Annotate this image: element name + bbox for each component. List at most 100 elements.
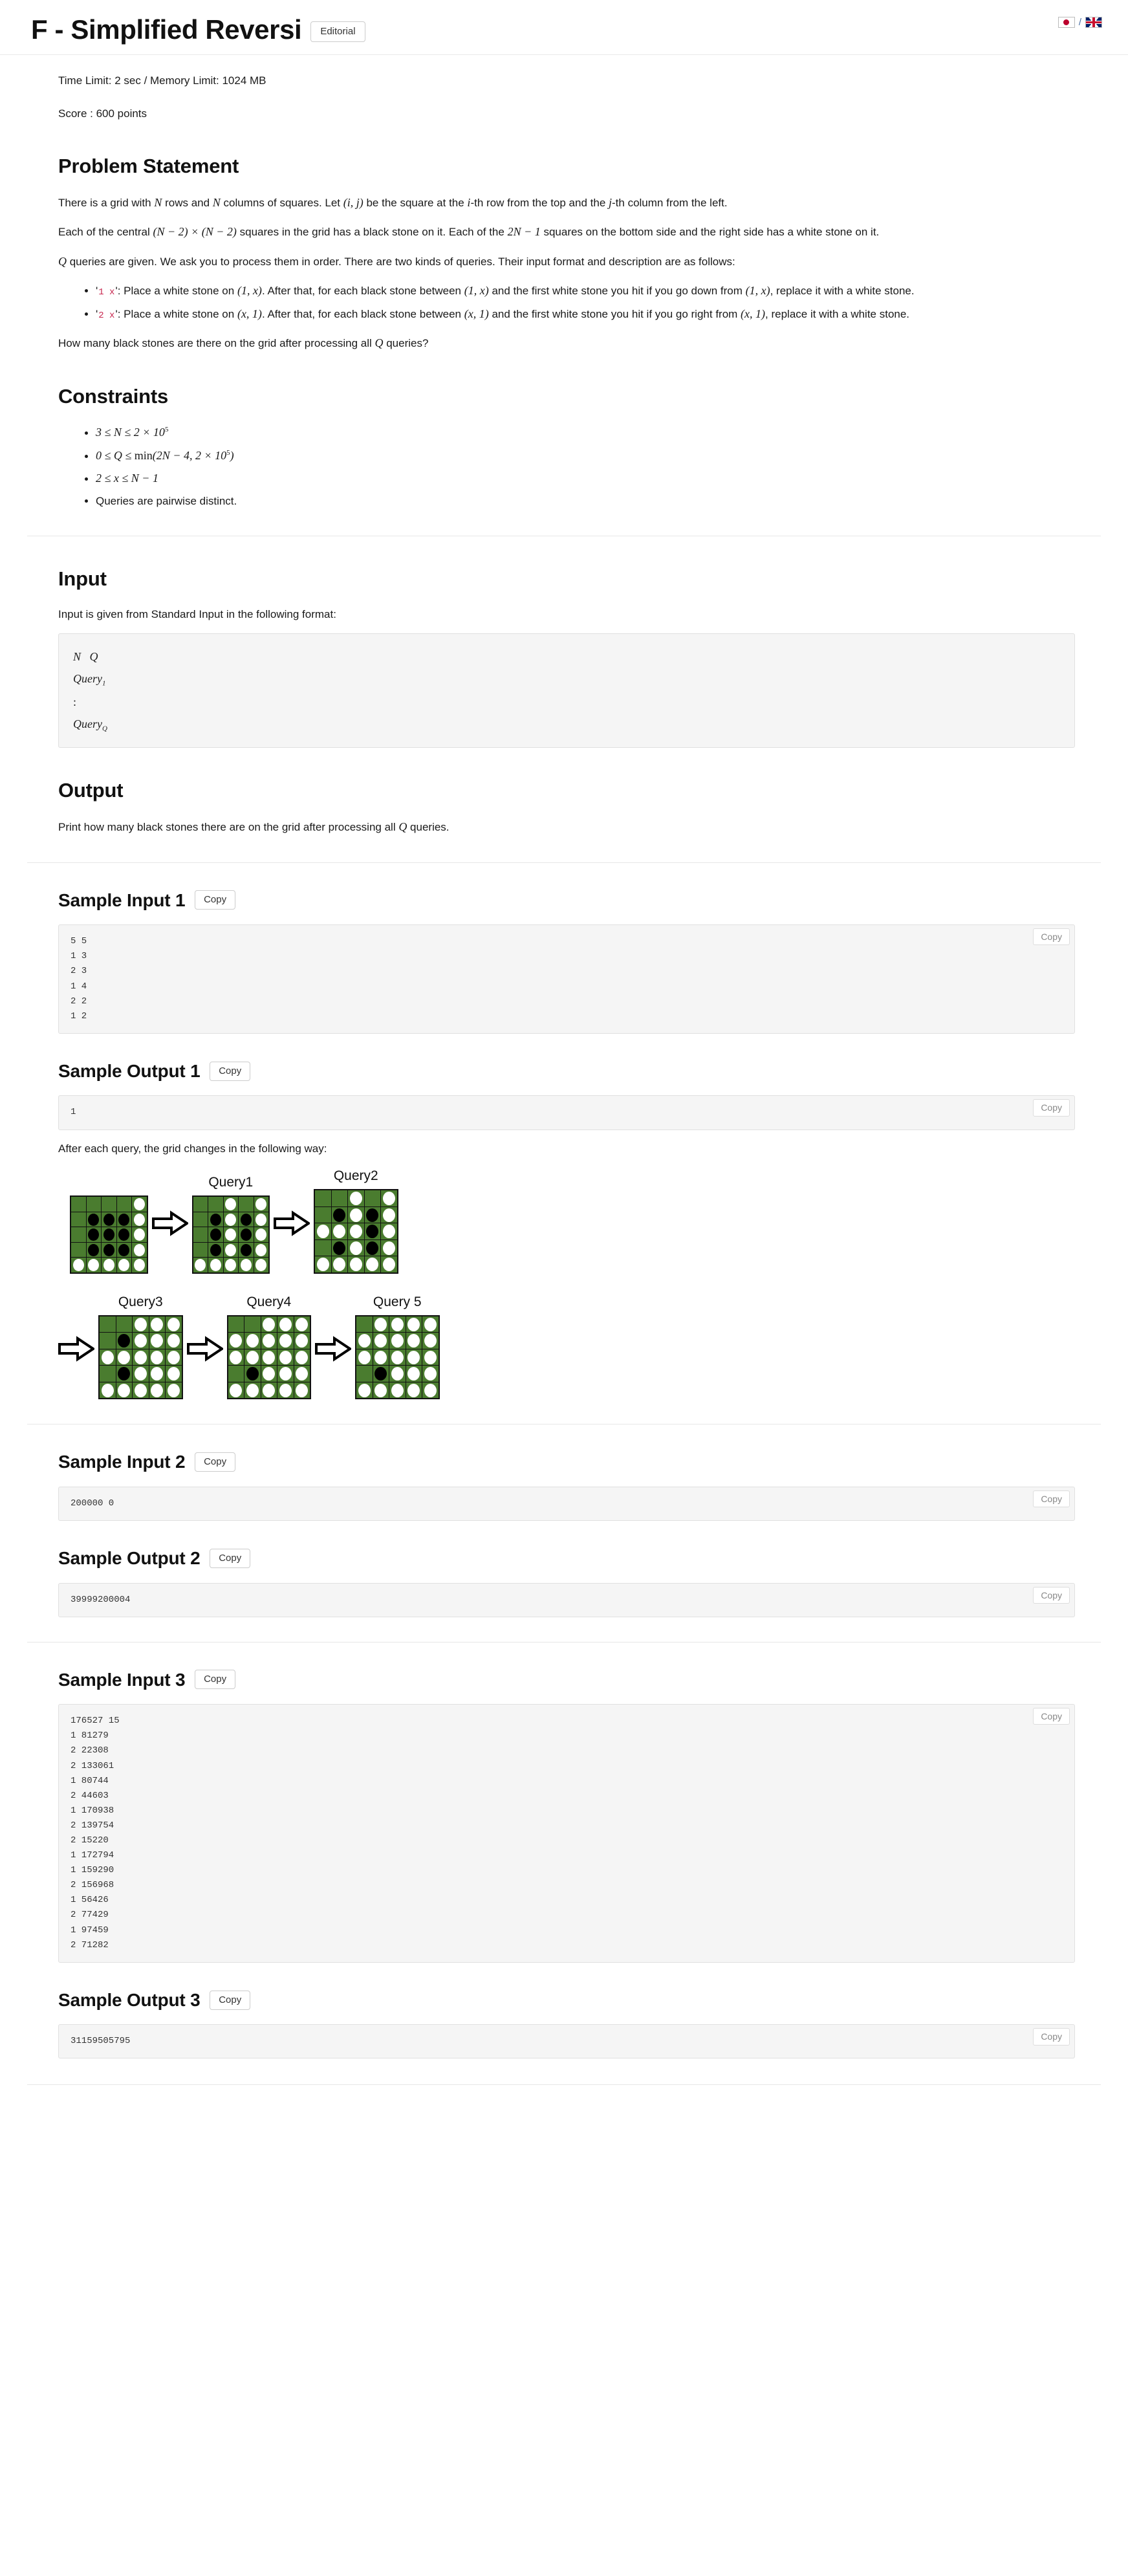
text: columns of squares. Let [220, 196, 343, 209]
math-n: N [212, 195, 221, 209]
white-stone [195, 1259, 206, 1272]
copy-button-title[interactable]: Copy [195, 1452, 236, 1472]
japan-flag-icon[interactable] [1058, 17, 1075, 28]
board-cell [71, 1242, 86, 1258]
board-cell [71, 1227, 86, 1242]
white-stone [151, 1350, 164, 1364]
copy-button-inner[interactable]: Copy [1033, 2028, 1070, 2046]
board-cell [239, 1212, 254, 1227]
output-heading: Output [58, 779, 124, 802]
sample-output-3-box: 31159505795 Copy [58, 2024, 1075, 2059]
text: be the square at the [363, 196, 468, 209]
board-cell [294, 1316, 310, 1333]
board-cell [116, 1349, 132, 1366]
math-n: N [154, 195, 162, 209]
white-stone [167, 1350, 180, 1364]
language-toggle[interactable]: / [1058, 14, 1102, 31]
black-stone [366, 1225, 379, 1239]
white-stone [167, 1367, 180, 1381]
white-stone [424, 1350, 437, 1364]
white-stone [230, 1350, 243, 1364]
sample-1-section: Sample Input 1 Copy 5 5 1 3 2 3 1 4 2 2 … [27, 885, 1101, 1400]
white-stone [316, 1225, 329, 1239]
board-cell [239, 1197, 254, 1212]
copy-button-title[interactable]: Copy [210, 1548, 251, 1568]
math-expr: (N − 2) × (N − 2) [153, 225, 237, 239]
board-cell [149, 1382, 165, 1399]
board-cell [133, 1349, 149, 1366]
list-item: '1 x': Place a white stone on (1, x). Af… [96, 281, 1075, 301]
copy-button-title[interactable]: Copy [210, 1990, 251, 2010]
figure-note: After each query, the grid changes in th… [58, 1142, 327, 1155]
sample-3-section: Sample Input 3 Copy 176527 15 1 81279 2 … [27, 1665, 1101, 2059]
math-ij: (i, j) [343, 195, 363, 209]
board-cell [244, 1333, 261, 1349]
copy-button-title[interactable]: Copy [195, 1670, 236, 1690]
black-stone [333, 1241, 346, 1255]
copy-button-inner[interactable]: Copy [1033, 1586, 1070, 1604]
board-cell [102, 1258, 116, 1272]
white-stone [151, 1383, 164, 1397]
board-cell [294, 1366, 310, 1382]
board-cell [254, 1212, 268, 1227]
board-cell [228, 1382, 244, 1399]
board-cell [116, 1197, 131, 1212]
board-cell [239, 1258, 254, 1272]
format-line-2: : [73, 695, 77, 708]
editorial-button[interactable]: Editorial [310, 21, 365, 43]
input-description: Input is given from Standard Input in th… [58, 608, 336, 621]
board-cell [406, 1366, 422, 1382]
copy-button-inner[interactable]: Copy [1033, 928, 1070, 946]
board-cell [100, 1366, 116, 1382]
board-cell [261, 1349, 277, 1366]
board-cell [223, 1212, 238, 1227]
sample-input-1-header: Sample Input 1 Copy [58, 885, 1075, 916]
output-section: Output Print how many black stones there… [27, 774, 1101, 837]
board-cell [71, 1197, 86, 1212]
board-cell [193, 1227, 208, 1242]
copy-button-title[interactable]: Copy [210, 1061, 251, 1081]
reversi-figure-row-2: Query3 Query4 Query 5 [58, 1293, 1075, 1400]
copy-button-title[interactable]: Copy [195, 890, 236, 910]
board-cell [277, 1333, 294, 1349]
white-stone [118, 1259, 130, 1272]
board-cell [406, 1349, 422, 1366]
math-expr: (1, x) [464, 284, 489, 298]
list-item: '2 x': Place a white stone on (x, 1). Af… [96, 304, 1075, 325]
white-stone [391, 1367, 404, 1381]
white-stone [255, 1259, 267, 1272]
reversi-board-query2 [314, 1189, 398, 1274]
black-stone [240, 1243, 252, 1256]
board-cell [133, 1316, 149, 1333]
board-cell [348, 1256, 364, 1272]
text: , replace it with a white stone. [770, 285, 915, 298]
white-stone [296, 1317, 309, 1331]
white-stone [391, 1334, 404, 1348]
board-cell [86, 1227, 101, 1242]
black-stone [118, 1243, 130, 1256]
board-cell [348, 1206, 364, 1223]
constraints-list: 3 ≤ N ≤ 2 × 105 0 ≤ Q ≤ min(2N − 4, 2 × … [58, 422, 1075, 510]
copy-button-inner[interactable]: Copy [1033, 1099, 1070, 1117]
input-heading: Input [58, 567, 107, 590]
board-cell [389, 1382, 406, 1399]
copy-button-inner[interactable]: Copy [1033, 1490, 1070, 1508]
board-cell [331, 1239, 347, 1256]
text: How many black stones are there on the g… [58, 337, 375, 350]
board-cell [381, 1256, 397, 1272]
white-stone [167, 1334, 180, 1348]
board-cell [228, 1366, 244, 1382]
board-cell [193, 1242, 208, 1258]
uk-flag-icon[interactable] [1085, 17, 1102, 28]
copy-button-inner[interactable]: Copy [1033, 1708, 1070, 1725]
white-stone [263, 1383, 276, 1397]
board-cell [422, 1382, 439, 1399]
white-stone [279, 1383, 292, 1397]
board-cell [102, 1227, 116, 1242]
black-stone [118, 1334, 131, 1348]
reversi-board-query5 [355, 1315, 440, 1400]
white-stone [407, 1383, 420, 1397]
board-cell [294, 1333, 310, 1349]
white-stone [225, 1228, 237, 1241]
white-stone [382, 1258, 395, 1272]
